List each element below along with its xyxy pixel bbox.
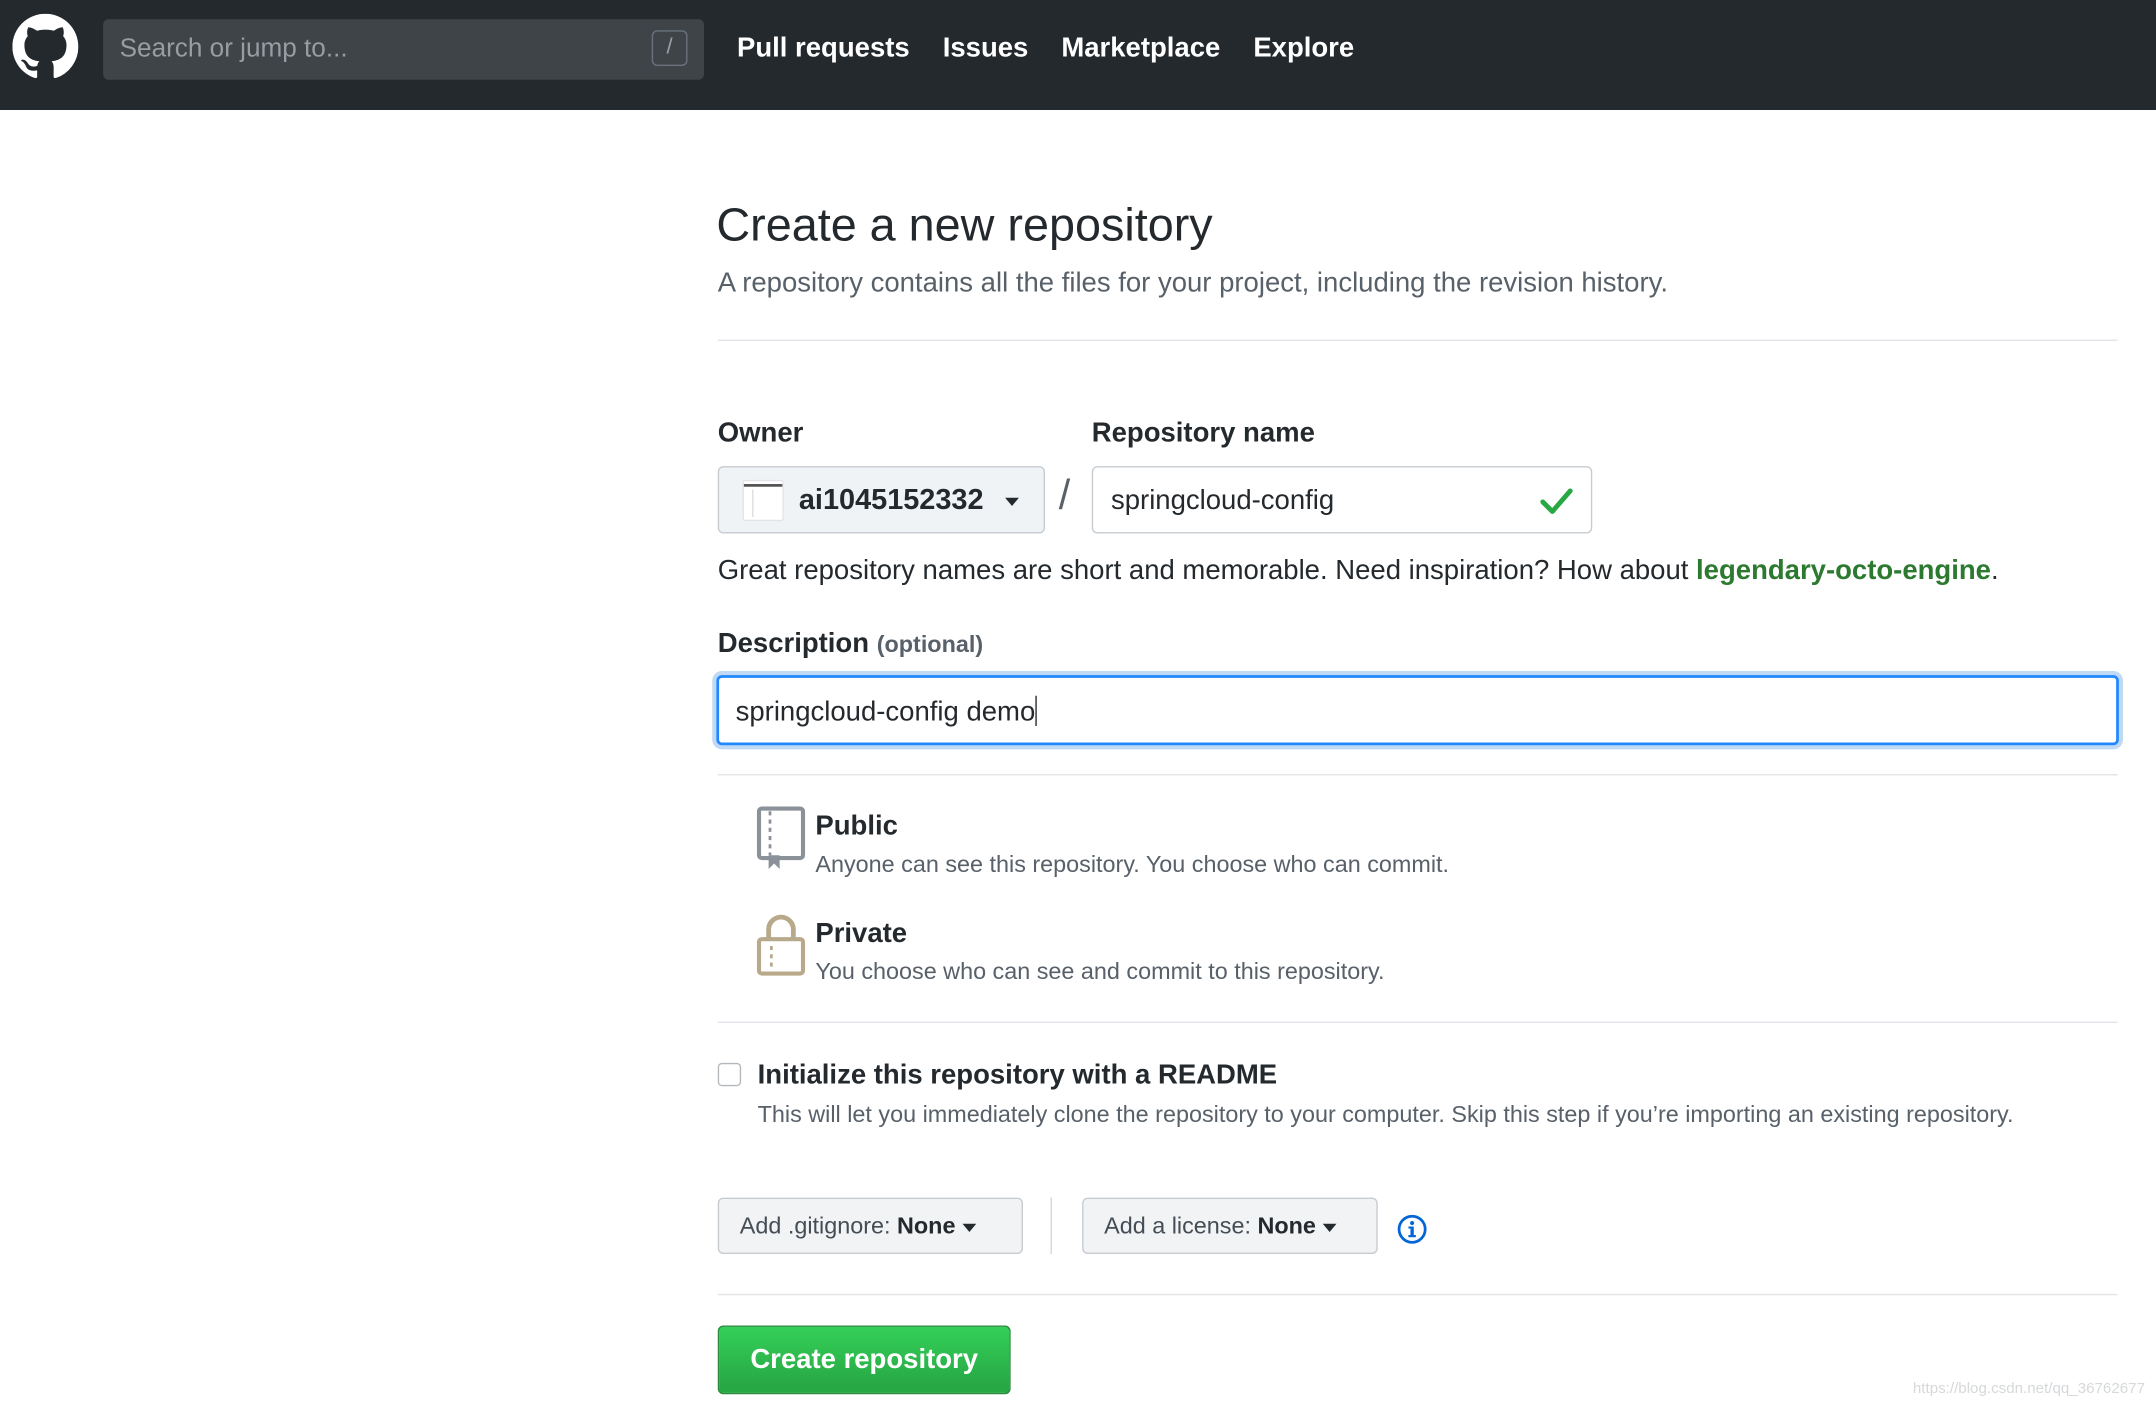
options-separator <box>1050 1197 1052 1254</box>
lock-icon[interactable] <box>756 913 806 976</box>
header-nav: Pull requests Issues Marketplace Explore <box>737 33 1354 65</box>
repo-name-label: Repository name <box>1091 418 1315 449</box>
private-title[interactable]: Private <box>815 919 907 951</box>
owner-label: Owner <box>717 418 804 449</box>
description-value: springcloud-config demo <box>735 695 1037 729</box>
repo-book-icon[interactable] <box>756 806 806 869</box>
check-icon <box>1540 488 1573 514</box>
chevron-down-icon <box>1005 497 1019 506</box>
suggestion-link[interactable]: legendary-octo-engine <box>1696 556 1991 586</box>
page-content: Search or jump to... / Pull requests Iss… <box>0 0 2156 1408</box>
repo-name-value: springcloud-config <box>1111 485 1335 516</box>
text-cursor <box>1035 695 1037 726</box>
divider <box>717 1021 2118 1023</box>
gitignore-label: Add .gitignore: <box>739 1212 891 1239</box>
license-value: None <box>1257 1212 1316 1239</box>
search-input[interactable]: Search or jump to... / <box>103 19 704 80</box>
page-title: Create a new repository <box>716 199 1213 252</box>
license-dropdown[interactable]: Add a license: None <box>1082 1197 1378 1254</box>
hint-end: . <box>1990 555 1999 586</box>
watermark: https://blog.csdn.net/qq_36762677 <box>1912 1380 2145 1398</box>
readme-description: This will let you immediately clone the … <box>757 1101 2014 1128</box>
avatar <box>742 479 784 522</box>
description-input[interactable]: springcloud-config demo <box>716 675 2119 746</box>
readme-label[interactable]: Initialize this repository with a README <box>758 1060 1278 1092</box>
nav-issues[interactable]: Issues <box>943 33 1029 65</box>
search-placeholder: Search or jump to... <box>119 34 348 64</box>
nav-explore[interactable]: Explore <box>1253 33 1354 65</box>
repo-name-input[interactable]: springcloud-config <box>1091 466 1593 534</box>
page-subtitle: A repository contains all the files for … <box>717 268 1668 299</box>
owner-dropdown[interactable]: ai1045152332 <box>717 466 1045 534</box>
page: Search or jump to... / Pull requests Iss… <box>0 0 2156 1408</box>
description-label-text: Description <box>717 628 870 659</box>
readme-checkbox[interactable] <box>717 1062 742 1087</box>
github-logo-icon[interactable] <box>12 13 79 80</box>
description-text: springcloud-config demo <box>735 697 1036 728</box>
chevron-down-icon <box>1322 1223 1337 1232</box>
gitignore-dropdown[interactable]: Add .gitignore: None <box>717 1197 1023 1254</box>
chevron-down-icon <box>961 1223 976 1232</box>
divider <box>717 1293 2118 1296</box>
license-label: Add a license: <box>1104 1212 1251 1239</box>
private-description: You choose who can see and commit to thi… <box>815 958 1385 985</box>
repo-name-hint: Great repository names are short and mem… <box>718 556 1999 588</box>
nav-pull-requests[interactable]: Pull requests <box>737 33 910 65</box>
description-label: Description (optional) <box>718 628 983 660</box>
nav-marketplace[interactable]: Marketplace <box>1061 33 1220 65</box>
owner-repo-separator: / <box>1058 473 1071 519</box>
divider <box>717 339 2118 341</box>
hint-text: Great repository names are short and mem… <box>717 555 1697 586</box>
public-title[interactable]: Public <box>815 811 898 843</box>
public-description: Anyone can see this repository. You choo… <box>815 851 1450 878</box>
search-shortcut-key: / <box>651 30 688 66</box>
info-icon[interactable] <box>1397 1214 1427 1244</box>
owner-name: ai1045152332 <box>798 484 984 516</box>
top-navbar: Search or jump to... / Pull requests Iss… <box>0 0 2156 110</box>
gitignore-value: None <box>897 1212 956 1239</box>
create-repository-button[interactable]: Create repository <box>717 1325 1011 1395</box>
divider <box>717 774 2118 776</box>
optional-tag: (optional) <box>876 631 984 658</box>
